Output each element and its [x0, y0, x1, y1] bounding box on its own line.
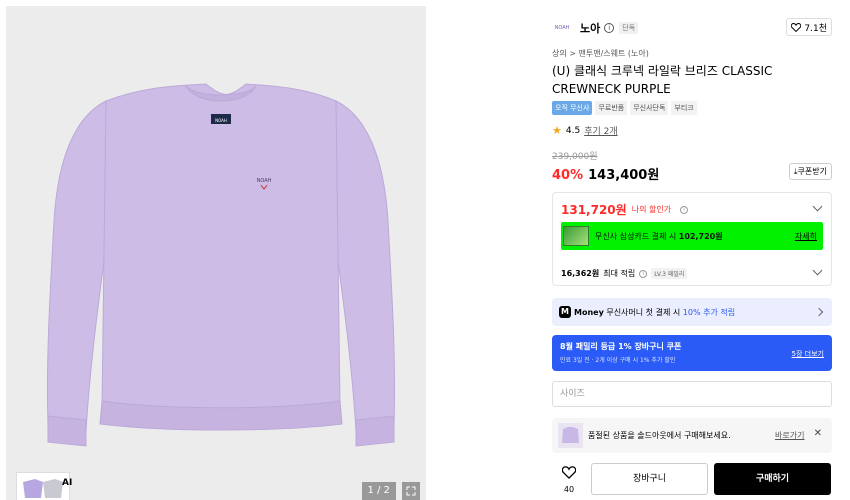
brand-name[interactable]: 노아 — [580, 20, 600, 36]
heart-icon — [791, 22, 802, 32]
buy-now-button[interactable]: 구매하기 — [714, 463, 831, 495]
original-price: 239,000원 — [552, 152, 598, 162]
ai-badge: AI — [62, 478, 73, 488]
money-desc: 무신사머니 첫 결제 시 — [603, 307, 683, 317]
level-badge: LV.3 패밀리 — [651, 268, 688, 279]
product-like-count: 40 — [563, 485, 575, 494]
price-row: 40% 143,400원 — [552, 164, 659, 183]
soldout-link[interactable]: 바로가기 — [775, 430, 804, 441]
purchase-actions: 40 장바구니 구매하기 — [552, 462, 832, 500]
product-image: NOAH NOAH — [46, 83, 396, 447]
product-title: (U) 클래식 크루넥 라일락 브리즈 CLASSIC CREWNECK PUR… — [552, 64, 773, 96]
get-coupon-button[interactable]: ⤓쿠폰받기 — [789, 163, 832, 180]
money-brand: Money — [574, 307, 604, 317]
info-icon[interactable]: i — [680, 205, 689, 214]
tag-free-return: 무료반품 — [595, 101, 628, 115]
info-icon[interactable]: i — [639, 269, 648, 278]
close-icon[interactable]: ✕ — [814, 428, 822, 439]
brand-logo[interactable]: NOAH — [552, 21, 572, 35]
rating-score: 4.5 — [565, 125, 581, 136]
rating-row: ★ 4.5 후기 2개 — [552, 124, 618, 137]
product-page: NOAH NOAH AI 1 / 2 NOAH 노아 i 단독 7.1천 상의 … — [0, 0, 850, 500]
discount-rate: 40% — [552, 168, 584, 183]
chevron-right-icon — [814, 307, 824, 317]
coupon-banner[interactable]: 8월 패밀리 등급 1% 장바구니 쿠폰 만료 3일 전 · 2개 이상 구매 … — [552, 335, 832, 371]
my-discount-price: 131,720원 — [561, 203, 627, 217]
points-row[interactable]: 16,362원 최대 적립 i LV.3 패밀리 — [561, 268, 688, 279]
my-price-row[interactable]: 131,720원 나의 할인가 i — [561, 201, 689, 218]
card-promo-price: 102,720원 — [678, 231, 723, 241]
points-label: 최대 적립 — [603, 269, 636, 278]
money-highlight: 10% 추가 적립 — [682, 307, 736, 317]
card-promo-banner[interactable]: 무신사 삼성카드 결제 시 102,720원 자세히 — [561, 222, 823, 250]
card-image — [563, 226, 589, 246]
soldout-banner: 품절된 상품을 솔드아웃에서 구매해보세요. 바로가기 ✕ — [552, 418, 832, 453]
brand-like-button[interactable]: 7.1천 — [786, 18, 832, 36]
size-select[interactable]: 사이즈 — [552, 381, 832, 407]
points-amount: 16,362원 — [561, 269, 600, 278]
brand-like-count: 7.1천 — [804, 23, 827, 34]
review-count-link[interactable]: 후기 2개 — [584, 124, 617, 137]
add-to-cart-button[interactable]: 장바구니 — [591, 463, 708, 495]
tag-boutique: 부티크 — [671, 101, 697, 115]
card-promo-prefix: 무신사 삼성카드 결제 시 — [595, 231, 679, 241]
brand-row: NOAH 노아 i 단독 7.1천 — [552, 18, 832, 38]
coupon-banner-subtitle: 만료 3일 전 · 2개 이상 구매 시 1% 추가 할인 — [560, 357, 676, 364]
heart-icon — [561, 466, 577, 479]
tag-musinsa-exclusive: 무신사단독 — [630, 101, 669, 115]
product-tags: 오직 무신사 무료반품 무신사단독 부티크 — [552, 101, 697, 115]
money-icon: M — [559, 306, 571, 318]
benefit-box: 131,720원 나의 할인가 i 무신사 삼성카드 결제 시 102,720원… — [552, 192, 832, 286]
info-icon[interactable]: i — [604, 23, 615, 33]
thumbnail-image — [23, 479, 63, 498]
breadcrumb[interactable]: 상의 > 맨투맨/스웨트 (노아) — [552, 48, 649, 59]
card-promo-text: 무신사 삼성카드 결제 시 102,720원 — [595, 231, 723, 242]
coupon-banner-title: 8월 패밀리 등급 1% 장바구니 쿠폰 — [560, 342, 682, 351]
svg-text:NOAH: NOAH — [215, 118, 227, 123]
tag-musinsa-only: 오직 무신사 — [552, 101, 593, 115]
star-icon: ★ — [552, 124, 562, 137]
coupon-more-link[interactable]: 5장 더보기 — [792, 349, 824, 359]
soldout-text: 품절된 상품을 솔드아웃에서 구매해보세요. — [588, 431, 731, 440]
card-detail-link[interactable]: 자세히 — [795, 231, 817, 242]
my-discount-label: 나의 할인가 — [631, 205, 672, 214]
chevron-down-icon[interactable] — [812, 201, 823, 212]
get-coupon-label: 쿠폰받기 — [797, 167, 827, 176]
musinsa-money-banner[interactable]: M Money 무신사머니 첫 결제 시 10% 추가 적립 — [552, 298, 832, 326]
soldout-thumbnail — [558, 423, 583, 448]
expand-icon[interactable] — [402, 482, 420, 500]
brand-exclusive-tag: 단독 — [619, 22, 639, 34]
product-info-panel: NOAH 노아 i 단독 7.1천 상의 > 맨투맨/스웨트 (노아) (U) … — [552, 0, 832, 500]
product-image-gallery[interactable]: NOAH NOAH AI 1 / 2 — [6, 6, 426, 500]
chevron-down-icon[interactable] — [812, 265, 823, 276]
svg-text:NOAH: NOAH — [257, 178, 272, 184]
image-counter: 1 / 2 — [361, 482, 396, 500]
money-text: Money 무신사머니 첫 결제 시 10% 추가 적립 — [574, 307, 735, 318]
sale-price: 143,400원 — [588, 168, 660, 183]
product-like-button[interactable]: 40 — [556, 464, 582, 494]
